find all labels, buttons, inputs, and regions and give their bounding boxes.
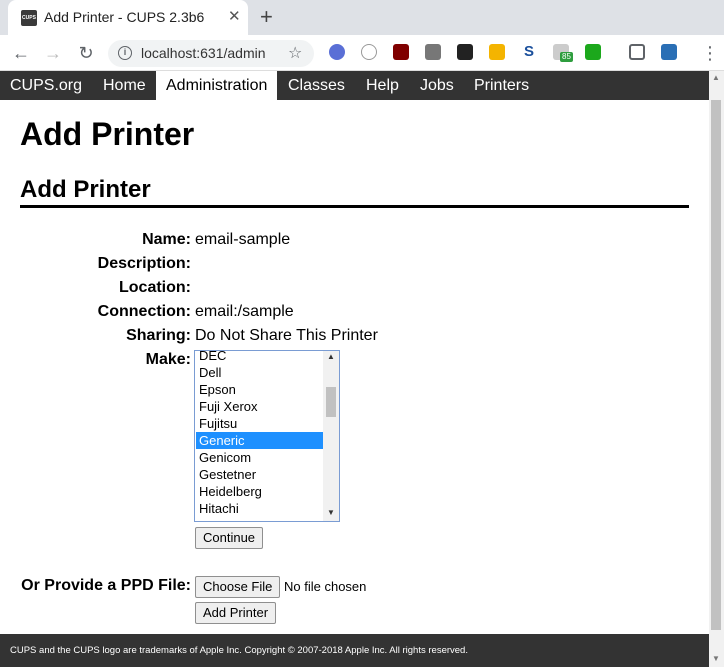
tab-close-icon[interactable]: ✕ xyxy=(228,8,241,26)
make-option[interactable]: Generic xyxy=(196,432,323,449)
browser-tab[interactable]: CUPS Add Printer - CUPS 2.3b6 ✕ xyxy=(8,0,248,35)
extension-css-icon[interactable] xyxy=(425,44,441,60)
description-label: Description: xyxy=(97,255,191,272)
make-option[interactable]: Heidelberg xyxy=(196,483,323,500)
make-label: Make: xyxy=(145,351,191,368)
extension-move-icon[interactable] xyxy=(361,44,377,60)
listbox-scroll-down-icon[interactable]: ▼ xyxy=(324,508,338,517)
listbox-scroll-up-icon[interactable]: ▲ xyxy=(324,352,338,361)
make-option[interactable]: Genicom xyxy=(196,449,323,466)
extension-globe-icon[interactable] xyxy=(329,44,345,60)
bookmark-star-icon[interactable]: ☆ xyxy=(288,43,302,63)
forward-icon[interactable]: → xyxy=(41,41,65,65)
make-option[interactable]: Hitachi xyxy=(196,500,323,517)
profile-avatar-icon[interactable] xyxy=(661,44,677,60)
name-value: email-sample xyxy=(195,231,291,248)
scroll-up-arrow-icon[interactable]: ▲ xyxy=(711,73,721,82)
nav-printers[interactable]: Printers xyxy=(464,71,539,100)
no-file-chosen-text: No file chosen xyxy=(284,579,367,594)
ppd-file-label: Or Provide a PPD File: xyxy=(21,577,191,594)
make-option[interactable]: DEC xyxy=(196,351,323,364)
continue-button[interactable]: Continue xyxy=(195,527,264,549)
nav-jobs[interactable]: Jobs xyxy=(410,71,464,100)
extension-tampermonkey-icon[interactable] xyxy=(457,44,473,60)
ublock-icon[interactable] xyxy=(393,44,409,60)
nav-help[interactable]: Help xyxy=(356,71,409,100)
menu-dots-icon[interactable]: ⋮ xyxy=(698,41,722,65)
tab-title: Add Printer - CUPS 2.3b6 xyxy=(44,9,205,25)
make-listbox[interactable]: DEC Dell Epson Fuji Xerox Fujitsu Generic Geni… xyxy=(194,350,340,522)
browser-tab-bar: CUPS Add Printer - CUPS 2.3b6 ✕ + xyxy=(0,0,724,35)
url-text: localhost:631/admin xyxy=(141,45,266,61)
make-option[interactable]: Dell xyxy=(196,364,323,381)
footer: CUPS and the CUPS logo are trademarks of… xyxy=(0,634,709,667)
make-options-list: DEC Dell Epson Fuji Xerox Fujitsu Generic Geni… xyxy=(196,351,323,517)
name-label: Name: xyxy=(142,231,191,248)
nav-administration[interactable]: Administration xyxy=(156,71,278,100)
add-printer-button[interactable]: Add Printer xyxy=(195,602,277,624)
connection-value: email:/sample xyxy=(195,303,294,320)
choose-file-button[interactable]: Choose File xyxy=(195,576,281,598)
sharing-label: Sharing: xyxy=(126,327,191,344)
make-listbox-scrollbar[interactable] xyxy=(323,351,339,521)
page-scrollbar-thumb[interactable] xyxy=(711,100,721,630)
extension-s-icon[interactable]: S xyxy=(521,44,537,60)
nav-home[interactable]: Home xyxy=(93,71,156,100)
info-icon[interactable]: i xyxy=(118,46,132,60)
new-tab-icon[interactable]: + xyxy=(260,5,273,29)
extension-green-icon[interactable] xyxy=(585,44,601,60)
make-option[interactable]: Epson xyxy=(196,381,323,398)
cups-favicon-icon: CUPS xyxy=(21,10,37,26)
extension-colorpick-icon[interactable] xyxy=(489,44,505,60)
scroll-down-arrow-icon[interactable]: ▼ xyxy=(711,654,721,663)
back-icon[interactable]: ← xyxy=(9,41,33,65)
nav-cups-org[interactable]: CUPS.org xyxy=(0,71,92,100)
make-option[interactable]: Gestetner xyxy=(196,466,323,483)
cups-navigation: CUPS.org Home Administration Classes Hel… xyxy=(0,71,709,100)
browser-toolbar: ← → ↻ i localhost:631/admin ☆ S 85 ⋮ xyxy=(0,35,724,71)
extension-badge-count: 85 xyxy=(560,52,573,62)
make-listbox-scroll-thumb[interactable] xyxy=(326,387,336,417)
section-title: Add Printer xyxy=(20,176,151,203)
nav-classes[interactable]: Classes xyxy=(278,71,355,100)
make-option[interactable]: Fujitsu xyxy=(196,415,323,432)
sharing-value: Do Not Share This Printer xyxy=(195,327,378,344)
make-option[interactable]: Fuji Xerox xyxy=(196,398,323,415)
connection-label: Connection: xyxy=(97,303,191,320)
reload-icon[interactable]: ↻ xyxy=(74,41,98,65)
extension-badge-icon[interactable]: 85 xyxy=(553,44,573,62)
address-bar[interactable]: i localhost:631/admin ☆ xyxy=(108,40,314,67)
location-label: Location: xyxy=(119,279,191,296)
section-divider xyxy=(20,205,689,208)
page-title: Add Printer xyxy=(20,116,195,152)
cast-icon[interactable] xyxy=(629,44,645,60)
